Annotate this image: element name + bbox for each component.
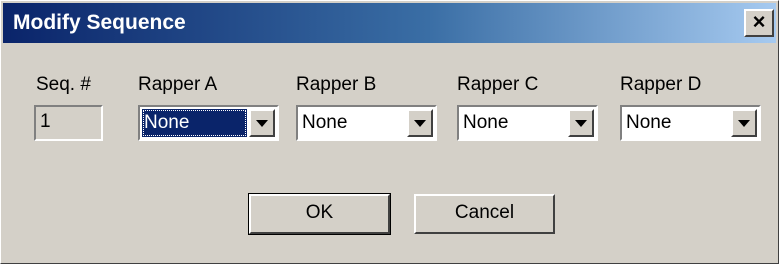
close-button[interactable]: × — [744, 9, 774, 37]
rapper-a-value: None — [142, 109, 247, 137]
chevron-down-icon[interactable] — [249, 109, 275, 137]
rapper-a-select[interactable]: None — [138, 105, 279, 141]
dialog-title: Modify Sequence — [13, 11, 186, 34]
cancel-button[interactable]: Cancel — [414, 194, 555, 234]
rapper-b-value: None — [302, 112, 348, 133]
chevron-down-icon[interactable] — [731, 109, 757, 137]
modify-sequence-dialog: Modify Sequence × Seq. # 1 Rapper A None… — [0, 0, 779, 264]
rapper-c-value: None — [463, 112, 509, 133]
ok-button[interactable]: OK — [248, 193, 391, 235]
close-icon: × — [752, 9, 766, 34]
rapper-c-select[interactable]: None — [457, 105, 598, 141]
rapper-d-value: None — [626, 112, 672, 133]
rapper-c-label: Rapper C — [457, 74, 539, 95]
chevron-down-icon[interactable] — [568, 109, 594, 137]
seq-number-label: Seq. # — [36, 74, 91, 95]
rapper-a-label: Rapper A — [138, 74, 218, 95]
seq-number-field: 1 — [34, 105, 103, 141]
rapper-d-label: Rapper D — [620, 74, 702, 95]
chevron-down-icon[interactable] — [407, 109, 433, 137]
rapper-d-select[interactable]: None — [620, 105, 761, 141]
rapper-b-select[interactable]: None — [296, 105, 437, 141]
title-bar[interactable]: Modify Sequence × — [3, 3, 776, 43]
rapper-b-label: Rapper B — [296, 74, 377, 95]
